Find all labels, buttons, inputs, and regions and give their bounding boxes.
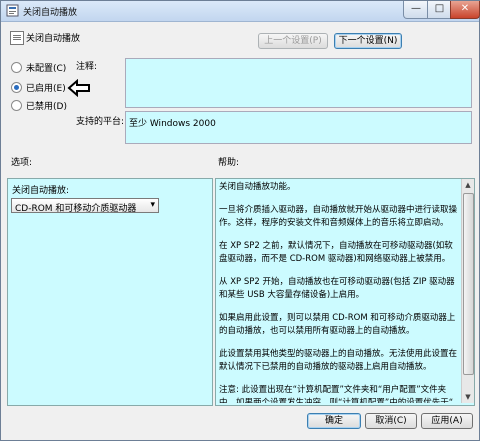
autoplay-drives-select[interactable]: CD-ROM 和可移动介质驱动器 ▾: [11, 198, 159, 214]
help-paragraph: 如果启用此设置，则可以禁用 CD-ROM 和可移动介质驱动器上的自动播放，也可以…: [219, 313, 456, 336]
apply-button[interactable]: 应用(A): [421, 413, 473, 429]
radio-circle[interactable]: [11, 99, 22, 111]
arrow-left-icon: [67, 79, 90, 97]
radio-enabled[interactable]: 已启用(E): [11, 80, 66, 94]
scroll-thumb[interactable]: [463, 193, 474, 375]
next-setting-button[interactable]: 下一个设置(N): [334, 33, 402, 49]
setting-icon: [10, 31, 24, 45]
dialog-window: 关闭自动播放 — □ ✕ 关闭自动播放 上一个设置(P) 下一个设置(N) 未配…: [0, 0, 480, 441]
scroll-up-icon[interactable]: ▲: [462, 179, 474, 191]
policy-icon: [6, 4, 19, 17]
help-paragraph: 注意: 此设置出现在“计算机配置”文件夹和“用户配置”文件夹中。如果两个设置发生…: [219, 385, 454, 403]
help-paragraph: 在 XP SP2 之前，默认情况下，自动播放在可移动驱动器(如软盘驱动器，而不是…: [219, 241, 453, 264]
help-paragraph: 从 XP SP2 开始，自动播放也在可移动驱动器(包括 ZIP 驱动器和某些 U…: [219, 277, 455, 300]
maximize-button[interactable]: □: [427, 1, 452, 19]
radio-disabled-label: 已禁用(D): [26, 101, 67, 112]
cancel-button[interactable]: 取消(C): [365, 413, 417, 429]
radio-enabled-label: 已启用(E): [26, 83, 66, 94]
prev-setting-button[interactable]: 上一个设置(P): [258, 33, 328, 49]
platform-value: 至少 Windows 2000: [129, 119, 216, 129]
radio-circle-selected[interactable]: [11, 81, 22, 93]
help-label: 帮助:: [218, 158, 240, 168]
comment-label: 注释:: [76, 62, 98, 72]
scroll-down-icon[interactable]: ▼: [462, 391, 474, 403]
ok-button[interactable]: 确定: [307, 413, 361, 429]
autoplay-setting-label: 关闭自动播放:: [12, 186, 70, 196]
close-button[interactable]: ✕: [450, 1, 480, 19]
setting-title: 关闭自动播放: [26, 34, 81, 44]
dropdown-arrow-icon: ▾: [150, 200, 155, 210]
minimize-button[interactable]: —: [403, 1, 429, 19]
radio-not-configured-label: 未配置(C): [26, 63, 67, 74]
help-paragraph: 关闭自动播放功能。: [219, 182, 296, 192]
help-text: 关闭自动播放功能。 一旦将介质插入驱动器，自动播放就开始从驱动器中进行读取操作。…: [219, 181, 457, 403]
platform-label: 支持的平台:: [76, 117, 125, 127]
help-scrollbar[interactable]: ▲ ▼: [461, 179, 474, 403]
title-bar[interactable]: 关闭自动播放 — □ ✕: [1, 1, 480, 22]
comment-textarea[interactable]: [125, 58, 472, 108]
radio-disabled[interactable]: 已禁用(D): [11, 98, 67, 112]
options-label: 选项:: [11, 158, 33, 168]
help-paragraph: 一旦将介质插入驱动器，自动播放就开始从驱动器中进行读取操作。这样，程序的安装文件…: [219, 205, 457, 228]
window-title: 关闭自动播放: [23, 8, 78, 18]
radio-circle[interactable]: [11, 61, 22, 73]
help-paragraph: 此设置禁用其他类型的驱动器上的自动播放。无法使用此设置在默认情况下已禁用的自动播…: [219, 349, 457, 372]
select-value: CD-ROM 和可移动介质驱动器: [15, 204, 137, 214]
radio-not-configured[interactable]: 未配置(C): [11, 60, 66, 74]
platform-box: 至少 Windows 2000: [125, 111, 472, 144]
